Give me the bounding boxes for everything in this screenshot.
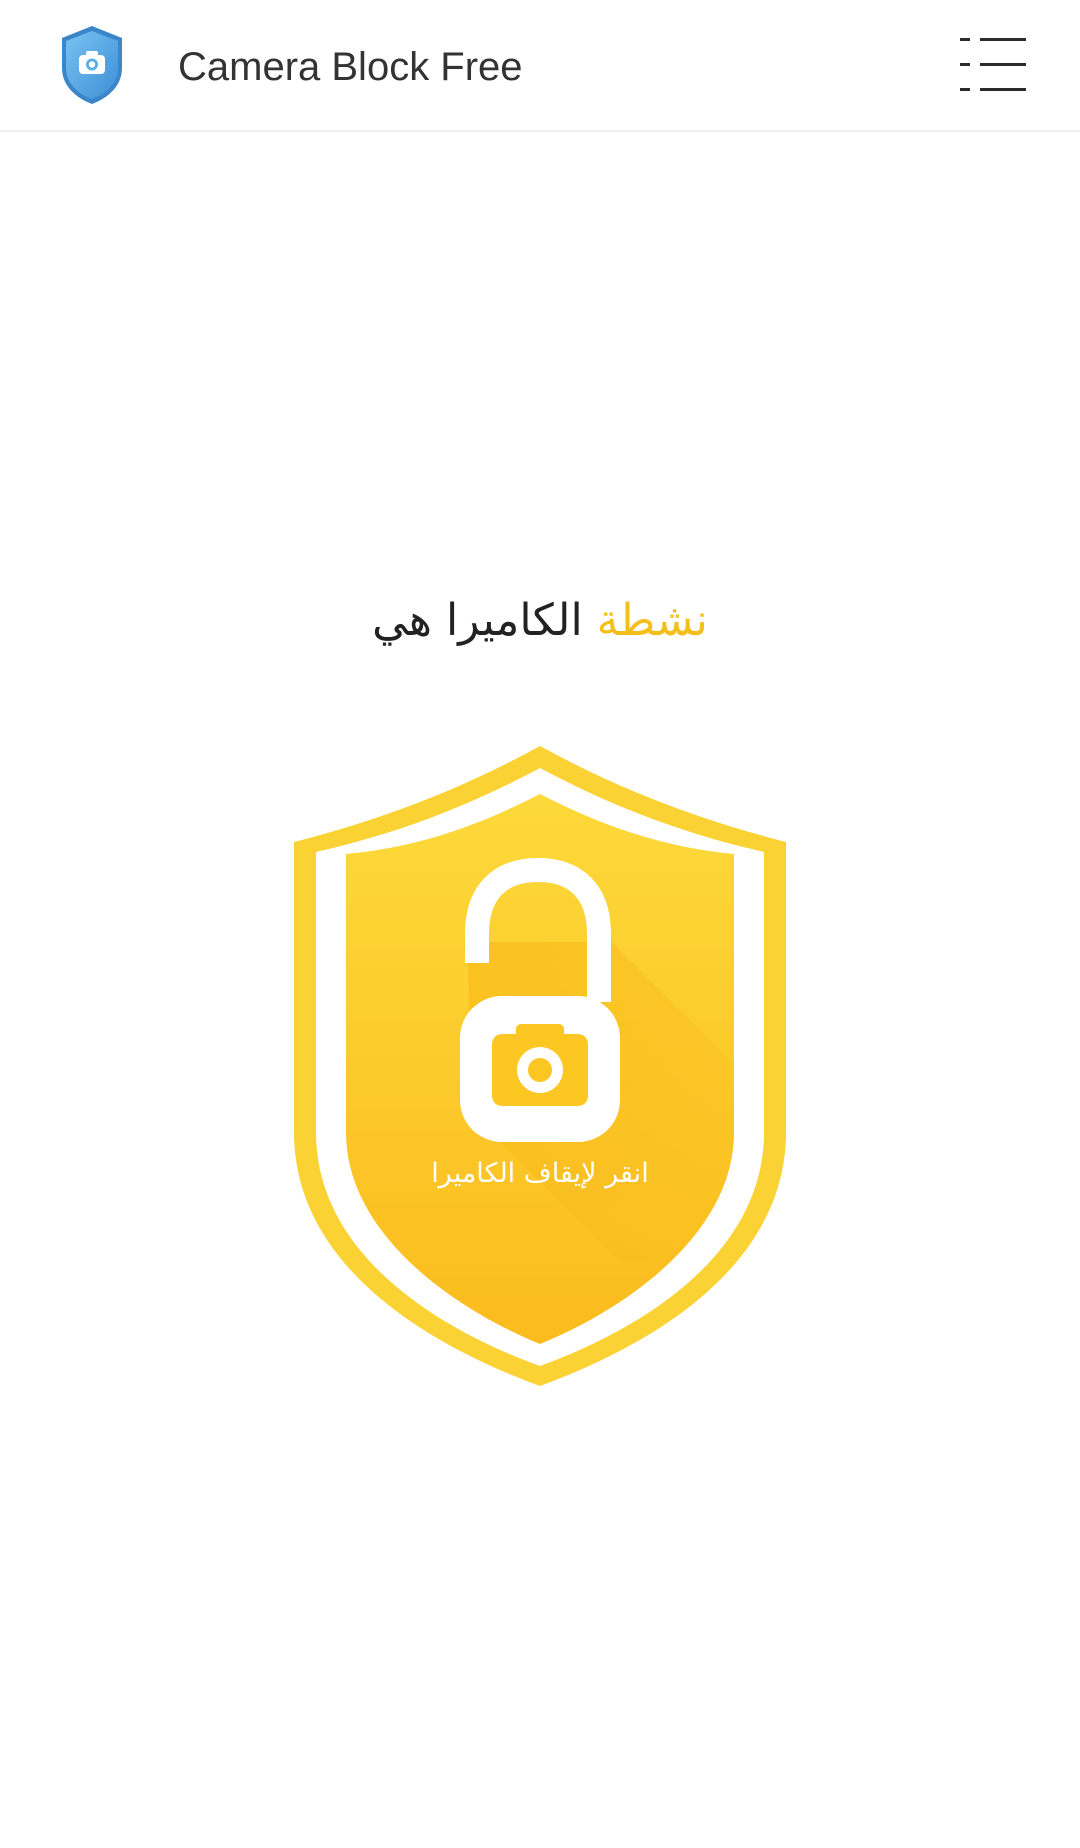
app-title: Camera Block Free xyxy=(178,45,523,89)
menu-button[interactable] xyxy=(960,34,1026,96)
camera-status-text: نشطة الكاميرا هي xyxy=(0,584,1080,658)
block-camera-shield-button[interactable] xyxy=(290,742,790,1388)
unlocked-padlock-camera-icon xyxy=(294,746,786,1386)
camera-state-label: نشطة xyxy=(596,595,708,646)
camera-status-prefix: الكاميرا هي xyxy=(372,595,583,646)
shield-camera-icon xyxy=(58,24,126,106)
app-bar: Camera Block Free xyxy=(0,0,1080,132)
list-menu-icon xyxy=(960,38,1026,91)
shield-caption: انقر لإيقاف الكاميرا xyxy=(431,1158,649,1189)
